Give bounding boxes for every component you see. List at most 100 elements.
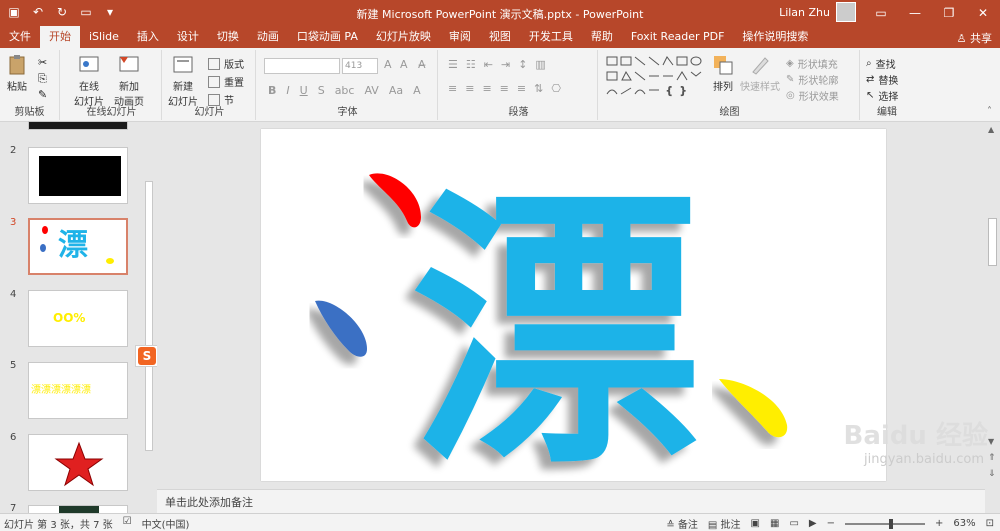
zoom-in-icon[interactable]: + — [935, 518, 943, 529]
notes-toggle[interactable]: ≙ 备注 — [666, 516, 698, 531]
slide-thumbnail-2[interactable] — [28, 147, 128, 204]
shape-outline-button[interactable]: ✎ 形状轮廓 — [786, 72, 838, 87]
select-button[interactable]: ↖ 选择 — [866, 88, 898, 103]
cut-icon[interactable]: ✂ — [38, 56, 47, 69]
online-slide-button[interactable]: 在线 幻灯片 — [74, 54, 104, 108]
tab-13[interactable]: Foxit Reader PDF — [622, 26, 734, 48]
zoom-slider[interactable] — [844, 518, 925, 529]
shapes-gallery-icon[interactable]: {} — [604, 54, 704, 102]
align-right-icon[interactable]: ≡ — [482, 82, 491, 95]
next-slide-icon[interactable]: ⇓ — [988, 469, 996, 479]
tell-me-search[interactable]: 操作说明搜索 — [733, 26, 817, 48]
paste-button[interactable]: 粘贴 — [6, 54, 28, 93]
tab-6[interactable]: 动画 — [248, 26, 288, 48]
slideshow-icon[interactable]: ▶ — [809, 518, 817, 529]
current-slide[interactable]: 漂 — [261, 129, 886, 503]
scroll-down-icon[interactable]: ▼ — [988, 437, 994, 446]
zoom-level[interactable]: 63% — [953, 518, 975, 529]
arrange-button[interactable]: 排列 — [712, 54, 734, 93]
language-indicator[interactable]: 中文(中国) — [142, 516, 190, 531]
format-painter-icon[interactable]: ✎ — [38, 88, 47, 101]
find-button[interactable]: ⌕ 查找 — [866, 56, 896, 71]
justify-icon[interactable]: ≡ — [500, 82, 509, 95]
shape-fill-button[interactable]: ◈ 形状填充 — [786, 56, 838, 71]
collapse-ribbon-icon[interactable]: ˄ — [987, 106, 992, 117]
font-color-icon[interactable]: A — [413, 84, 421, 97]
sogou-logo-icon[interactable]: S — [138, 347, 156, 365]
tab-9[interactable]: 审阅 — [440, 26, 480, 48]
grow-font-icon[interactable]: A — [384, 58, 392, 71]
thumbnail-scrollbar[interactable] — [143, 123, 155, 515]
yellow-drop-shape[interactable] — [719, 379, 788, 438]
share-button[interactable]: ♙ 共享 — [957, 30, 992, 46]
italic-icon[interactable]: I — [286, 84, 289, 97]
tab-10[interactable]: 视图 — [480, 26, 520, 48]
numbering-icon[interactable]: ☷ — [466, 58, 476, 71]
shadow-icon[interactable]: S — [318, 84, 325, 97]
slide-thumbnail-4[interactable]: OO% — [28, 290, 128, 347]
underline-icon[interactable]: U — [300, 84, 308, 97]
shape-effects-button[interactable]: ◎ 形状效果 — [786, 88, 839, 103]
main-scrollbar-thumb[interactable] — [988, 218, 997, 266]
fit-slide-icon[interactable]: ⊡ — [986, 518, 994, 529]
maximize-icon[interactable]: ❐ — [932, 0, 966, 26]
increase-indent-icon[interactable]: ⇥ — [501, 58, 510, 71]
reading-view-icon[interactable]: ▭ — [789, 518, 798, 529]
text-direction-icon[interactable]: ⇅ — [534, 82, 543, 95]
shrink-font-icon[interactable]: A — [400, 58, 408, 71]
scrollbar-thumb[interactable] — [145, 181, 153, 451]
decrease-indent-icon[interactable]: ⇤ — [484, 58, 493, 71]
slide-thumbnail-1[interactable] — [28, 121, 128, 130]
slide-thumbnail-5[interactable]: 漂漂漂漂漂漂 — [28, 362, 128, 419]
replace-button[interactable]: ⇄ 替换 — [866, 72, 898, 87]
tab-5[interactable]: 切换 — [208, 26, 248, 48]
ribbon-display-icon[interactable]: ▭ — [864, 0, 898, 26]
tab-12[interactable]: 帮助 — [582, 26, 622, 48]
tab-4[interactable]: 设计 — [168, 26, 208, 48]
tab-7[interactable]: 口袋动画 PA — [288, 26, 367, 48]
tab-8[interactable]: 幻灯片放映 — [367, 26, 440, 48]
change-case-icon[interactable]: Aa — [389, 84, 403, 97]
notes-pane[interactable]: 单击此处添加备注 — [157, 489, 985, 513]
slide-sorter-icon[interactable]: ▦ — [770, 518, 779, 529]
strike-icon[interactable]: abc — [335, 84, 355, 97]
distribute-icon[interactable]: ≡ — [517, 82, 526, 95]
copy-icon[interactable]: ⎘ — [38, 72, 47, 86]
reset-button[interactable]: 重置 — [208, 74, 244, 89]
close-icon[interactable]: ✕ — [966, 0, 1000, 26]
char-spacing-icon[interactable]: AV — [364, 84, 378, 97]
new-anim-page-button[interactable]: 新加 动画页 — [114, 54, 144, 108]
tab-11[interactable]: 开发工具 — [520, 26, 582, 48]
line-spacing-icon[interactable]: ↕ — [518, 58, 527, 71]
user-name[interactable]: Lilan Zhu — [779, 6, 830, 19]
normal-view-icon[interactable]: ▣ — [751, 518, 760, 529]
scroll-up-icon[interactable]: ▲ — [988, 125, 994, 134]
font-size-dropdown[interactable]: 413 — [342, 58, 378, 74]
align-center-icon[interactable]: ≡ — [465, 82, 474, 95]
zoom-out-icon[interactable]: − — [827, 518, 835, 529]
new-slide-button[interactable]: 新建 幻灯片 — [168, 54, 198, 108]
spellcheck-icon[interactable]: ☑ — [123, 516, 132, 531]
tab-2[interactable]: iSlide — [80, 26, 128, 48]
columns-icon[interactable]: ▥ — [535, 58, 545, 71]
align-left-icon[interactable]: ≡ — [448, 82, 457, 95]
avatar[interactable] — [836, 2, 856, 22]
minimize-icon[interactable]: — — [898, 0, 932, 26]
comments-toggle[interactable]: ▤ 批注 — [708, 516, 741, 531]
zoom-slider-handle[interactable] — [888, 518, 893, 529]
slide-thumbnail-3[interactable]: 漂 — [28, 218, 128, 275]
clear-format-icon[interactable]: A̶ — [418, 58, 426, 71]
blue-drop-shape[interactable] — [315, 300, 367, 357]
bold-icon[interactable]: B — [268, 84, 276, 97]
slide-thumbnail-6[interactable] — [28, 434, 128, 491]
tab-0[interactable]: 文件 — [0, 26, 40, 48]
tab-3[interactable]: 插入 — [128, 26, 168, 48]
layout-button[interactable]: 版式 — [208, 56, 244, 71]
tab-1[interactable]: 开始 — [40, 26, 80, 48]
quick-styles-button[interactable]: 快速样式 — [740, 54, 780, 93]
slide-character[interactable]: 漂 — [411, 166, 701, 503]
bullets-icon[interactable]: ☰ — [448, 58, 458, 71]
prev-slide-icon[interactable]: ⇑ — [988, 453, 996, 463]
font-name-dropdown[interactable] — [264, 58, 340, 74]
smartart-icon[interactable]: ⎔ — [551, 82, 561, 95]
